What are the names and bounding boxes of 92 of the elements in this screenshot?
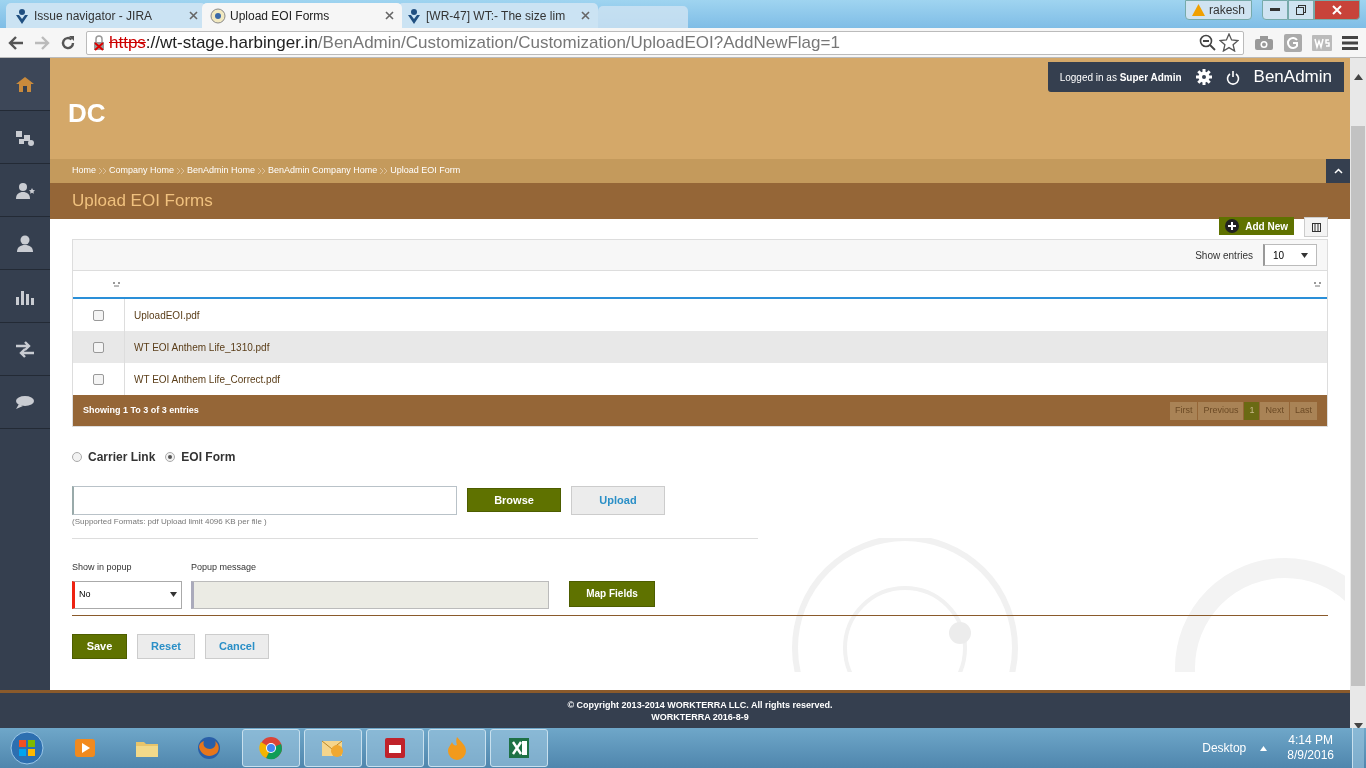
app-name: BenAdmin — [1253, 66, 1332, 89]
minimize-icon — [1270, 8, 1280, 12]
action-button[interactable]: Cancel — [205, 633, 269, 659]
radio-label[interactable]: Carrier Link — [88, 448, 156, 466]
person-icon — [14, 7, 30, 24]
action-button[interactable]: Save — [72, 633, 127, 659]
columns-icon — [1311, 222, 1321, 232]
sidebar-item[interactable] — [0, 58, 50, 111]
close-icon[interactable] — [581, 11, 590, 20]
pagination-button[interactable]: 1 — [1244, 401, 1260, 420]
caret-icon — [1301, 252, 1308, 258]
show-in-popup-select[interactable]: No — [72, 580, 182, 609]
file-name[interactable]: WT EOI Anthem Life_1310.pdf — [125, 339, 270, 355]
action-button[interactable]: Reset — [137, 633, 195, 659]
reload-icon — [60, 34, 76, 51]
minimize-button[interactable] — [1262, 0, 1288, 20]
footer-text: WORKTERRA 2016-8-9 — [651, 710, 749, 723]
scroll-up-icon — [1353, 74, 1363, 80]
row-checkbox[interactable] — [93, 341, 104, 353]
menu-icon — [1342, 35, 1358, 50]
radio-button[interactable] — [72, 452, 82, 462]
sort-icon — [113, 281, 120, 287]
table-row[interactable]: WT EOI Anthem Life_1310.pdf — [73, 331, 1327, 363]
globe-icon — [210, 7, 226, 24]
browse-button[interactable]: Browse — [467, 488, 561, 512]
chevron-icon — [99, 168, 106, 174]
restore-button[interactable] — [1288, 0, 1314, 20]
address-bar[interactable]: https://wt-stage.harbinger.in/BenAdmin/Customization/Customization/UploadEOI?AddNewFlag=1 — [86, 30, 1244, 55]
monitor-icon — [382, 735, 408, 761]
file-path-field[interactable] — [72, 486, 457, 515]
spreadsheet-icon — [506, 735, 532, 761]
arrows-icon — [15, 339, 35, 359]
taskbar-app[interactable] — [242, 729, 300, 767]
scrollbar[interactable] — [1350, 58, 1366, 728]
globe-icon — [258, 735, 284, 761]
star-icon — [1219, 33, 1239, 52]
profile-button[interactable]: rakesh — [1184, 0, 1252, 20]
insecure-lock-icon — [91, 34, 107, 51]
logged-in-text: Logged in as Super Admin — [1059, 70, 1182, 85]
field-label: Popup message — [191, 561, 258, 574]
taskbar-app[interactable] — [490, 729, 548, 767]
show-entries-label: Show entries — [1195, 248, 1253, 263]
user-icon — [15, 233, 35, 253]
field-label: Show in popup — [72, 561, 133, 574]
page-title: Upload EOI Forms — [50, 183, 1350, 219]
extension-icon — [1312, 34, 1332, 51]
fox-globe-icon — [196, 735, 222, 761]
warning-icon — [1191, 4, 1205, 16]
map-fields-button[interactable]: Map Fields — [569, 580, 655, 607]
url-text: https://wt-stage.harbinger.in/BenAdmin/Customization/Customization/UploadEOI?AddNewFlag=1 — [109, 31, 840, 54]
close-button[interactable] — [1314, 0, 1360, 20]
chevron-up-icon — [1333, 168, 1343, 174]
close-icon[interactable] — [385, 11, 394, 20]
browser-tab[interactable]: Upload EOI Forms — [202, 3, 402, 28]
file-name[interactable]: UploadEOI.pdf — [125, 307, 200, 323]
extension-icon — [1284, 33, 1302, 52]
columns-button[interactable] — [1304, 217, 1328, 237]
chevron-icon — [258, 168, 266, 174]
row-checkbox[interactable] — [93, 373, 104, 385]
row-checkbox[interactable] — [93, 309, 104, 321]
user-star-icon — [15, 180, 35, 200]
file-name[interactable]: WT EOI Anthem Life_Correct.pdf — [125, 371, 280, 387]
radio-label[interactable]: EOI Form — [181, 448, 236, 466]
taskbar-app[interactable] — [366, 729, 424, 767]
person-icon — [406, 7, 422, 24]
plus-icon — [1225, 219, 1240, 233]
radio-button[interactable] — [165, 452, 176, 462]
company-name: DC — [68, 97, 106, 130]
collapse-button[interactable] — [1326, 159, 1350, 183]
upload-hint: (Supported Formats: pdf Upload limit 4096 KB per file ) — [72, 516, 268, 528]
desktop-toolbar[interactable]: Desktop — [1202, 739, 1247, 757]
home-icon — [15, 74, 35, 94]
caret-icon — [170, 592, 177, 597]
close-icon[interactable] — [189, 11, 198, 20]
page-size-select[interactable]: 10 — [1263, 244, 1317, 266]
add-new-button[interactable]: Add New — [1219, 217, 1294, 235]
zoom-out-icon — [1199, 33, 1217, 52]
settings-icon[interactable] — [1195, 69, 1212, 85]
show-hidden-icon — [1260, 745, 1268, 751]
upload-button[interactable]: Upload — [571, 486, 665, 515]
sort-icon — [1314, 281, 1321, 287]
footer-text: © Copyright 2013-2014 WORKTERRA LLC. All rights reserved. — [567, 698, 833, 711]
restore-icon — [1296, 5, 1306, 15]
power-icon[interactable] — [1225, 69, 1240, 85]
table-info: Showing 1 To 3 of 3 entries — [83, 403, 199, 417]
close-icon — [1332, 5, 1342, 15]
chevron-icon — [177, 168, 185, 174]
forward-icon — [34, 35, 50, 50]
clock[interactable]: 4:14 PM 8/9/2016 — [1287, 733, 1334, 763]
chevron-icon — [380, 168, 388, 174]
back-icon — [8, 35, 24, 50]
camera-icon — [1254, 34, 1274, 51]
